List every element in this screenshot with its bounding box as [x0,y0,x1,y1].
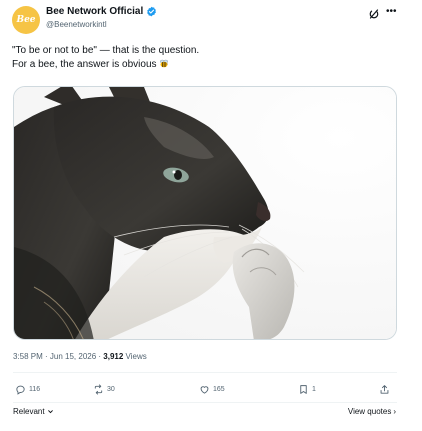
bookmark-icon [300,385,307,394]
avatar[interactable]: Bee [12,6,40,34]
post-media-image[interactable] [13,86,397,340]
more-options-icon[interactable]: ••• [386,7,398,19]
like-button[interactable]: 165 [199,384,225,395]
repost-count: 30 [107,386,115,393]
meta-separator-1: · [42,352,50,361]
display-name[interactable]: Bee Network Official [46,6,143,17]
avatar-text: Bee [16,15,36,25]
like-count: 165 [213,386,225,393]
divider-top [13,372,397,373]
views-label: Views [123,352,147,361]
repost-button[interactable]: 30 [93,384,115,395]
post-text-line-2: For a bee, the answer is obvious [12,58,402,72]
verified-badge-icon [147,6,157,17]
sort-replies-dropdown[interactable]: Relevant [13,407,54,416]
reply-button[interactable]: 116 [15,384,40,395]
post-card: Bee Bee Network Official @Beenetworkintl… [0,0,422,431]
author-name-row: Bee Network Official [46,6,157,17]
bookmark-count: 1 [312,386,316,393]
author-handle[interactable]: @Beenetworkintl [46,20,107,29]
chevron-down-icon [47,410,53,414]
post-date[interactable]: Jun 15, 2026 [50,352,96,361]
action-bar: 116 30 165 1 [13,384,397,400]
sort-label: Relevant [13,407,45,416]
post-text: "To be or not to be" — that is the quest… [12,44,402,71]
post-text-line-2-text: For a bee, the answer is obvious [12,58,157,70]
post-text-line-1: "To be or not to be" — that is the quest… [12,45,200,56]
post-time[interactable]: 3:58 PM [13,352,43,361]
view-quotes-label: View quotes [347,407,392,416]
share-icon [380,385,389,394]
reply-count: 116 [29,386,41,393]
bookmark-button[interactable]: 1 [298,384,316,395]
divider-bottom [13,402,397,403]
chevron-right-icon: › [393,407,396,416]
heart-icon [200,386,209,394]
share-button[interactable] [379,384,393,395]
cat-photo [14,87,396,339]
bee-icon [159,59,168,67]
reply-icon [16,385,25,395]
post-meta: 3:58 PM · Jun 15, 2026 · 3,912 Views [13,352,147,361]
grok-icon[interactable] [368,8,380,20]
views-count: 3,912 [103,352,124,361]
view-quotes-link[interactable]: View quotes › [348,407,396,416]
repost-icon [94,384,103,395]
